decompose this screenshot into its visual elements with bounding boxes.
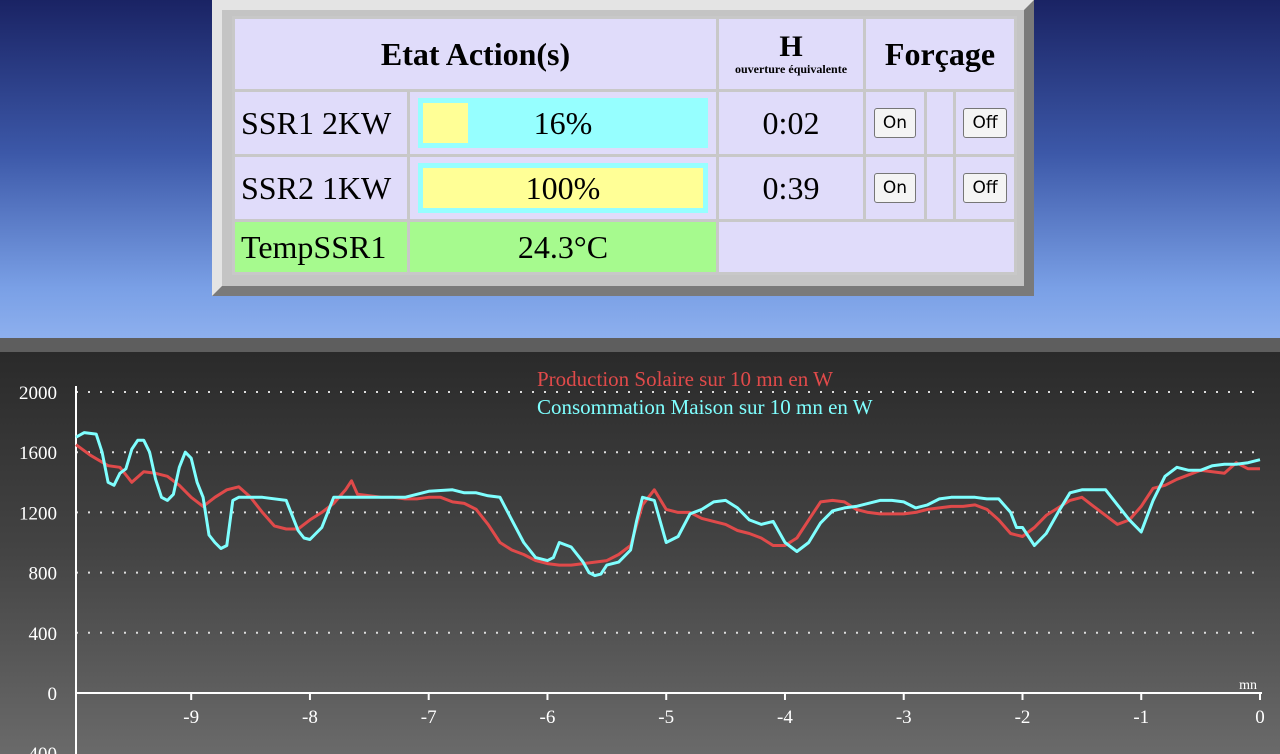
x-tick-label-5: -4 [777,707,793,728]
ssr2-row: SSR2 1KW 100% 0:39 On Off [235,157,1014,219]
header-h-subtitle: ouverture équivalente [734,62,848,76]
y-tick-label-3: 800 [29,564,58,585]
x-tick-label-1: -8 [302,707,318,728]
ssr2-label: SSR2 1KW [235,157,407,219]
x-tick-label-2: -7 [421,707,437,728]
ssr1-on-cell: On [866,92,924,154]
ssr2-bar-cell: 100% [410,157,716,219]
header-etat-actions: Etat Action(s) [235,19,716,89]
ssr2-off-button[interactable]: Off [963,173,1007,203]
x-tick-label-0: -9 [183,707,199,728]
ssr2-progress-bar: 100% [418,163,708,213]
x-tick-label-9: 0 [1255,707,1265,728]
ssr1-row: SSR1 2KW 16% 0:02 On Off [235,92,1014,154]
header-h-title: H [779,30,803,63]
ssr1-off-button[interactable]: Off [963,108,1007,138]
ssr2-on-cell: On [866,157,924,219]
ssr2-duration: 0:39 [719,157,863,219]
ssr2-spacer-cell [927,157,953,219]
temp-empty-cell [719,222,1014,272]
ssr2-on-button[interactable]: On [873,173,917,203]
chart-area: 2000 1600 1200 800 400 0 -400 -9 -8 -7 -6 -5 -4 -3 -2 -… [0,338,1280,754]
x-tick-label-4: -5 [658,707,674,728]
ssr1-on-button[interactable]: On [873,108,917,138]
x-tick-label-8: -1 [1133,707,1149,728]
header-forcage: Forçage [866,19,1014,89]
header-h: H ouverture équivalente [719,19,863,89]
y-tick-label-1: 1600 [19,443,57,464]
y-tick-label-0: 2000 [19,383,57,404]
series-line-consommation [75,431,1261,578]
legend-production: Production Solaire sur 10 mn en W [537,367,833,391]
y-tick-label-2: 1200 [19,503,57,524]
x-tick-label-3: -6 [540,707,556,728]
y-tick-label-4: 400 [29,624,58,645]
ssr2-percent: 100% [525,170,601,206]
ssr1-spacer-cell [927,92,953,154]
y-tick-label-5: 0 [48,684,58,705]
x-tick-label-7: -2 [1015,707,1031,728]
temp-label: TempSSR1 [235,222,407,272]
ssr1-percent: 16% [533,105,593,141]
ssr1-off-cell: Off [956,92,1014,154]
power-chart: 2000 1600 1200 800 400 0 -400 -9 -8 -7 -6 -5 -4 -3 -2 -… [19,367,1265,754]
ssr1-label: SSR1 2KW [235,92,407,154]
ssr1-duration: 0:02 [719,92,863,154]
legend-consommation: Consommation Maison sur 10 mn en W [537,395,873,419]
top-background: Etat Action(s) H ouverture équivalente F… [0,0,1280,340]
series-line-production [75,443,1260,567]
ssr1-progress-bar: 16% [418,98,708,148]
control-panel: Etat Action(s) H ouverture équivalente F… [212,0,1034,296]
y-tick-label-6: -400 [22,744,57,754]
x-axis-label: mn [1239,678,1257,693]
header-row: Etat Action(s) H ouverture équivalente F… [235,19,1014,89]
temp-value: 24.3°C [410,222,716,272]
temp-row: TempSSR1 24.3°C [235,222,1014,272]
ssr2-off-cell: Off [956,157,1014,219]
ssr1-bar-cell: 16% [410,92,716,154]
action-table: Etat Action(s) H ouverture équivalente F… [232,16,1017,275]
x-tick-label-6: -3 [896,707,912,728]
